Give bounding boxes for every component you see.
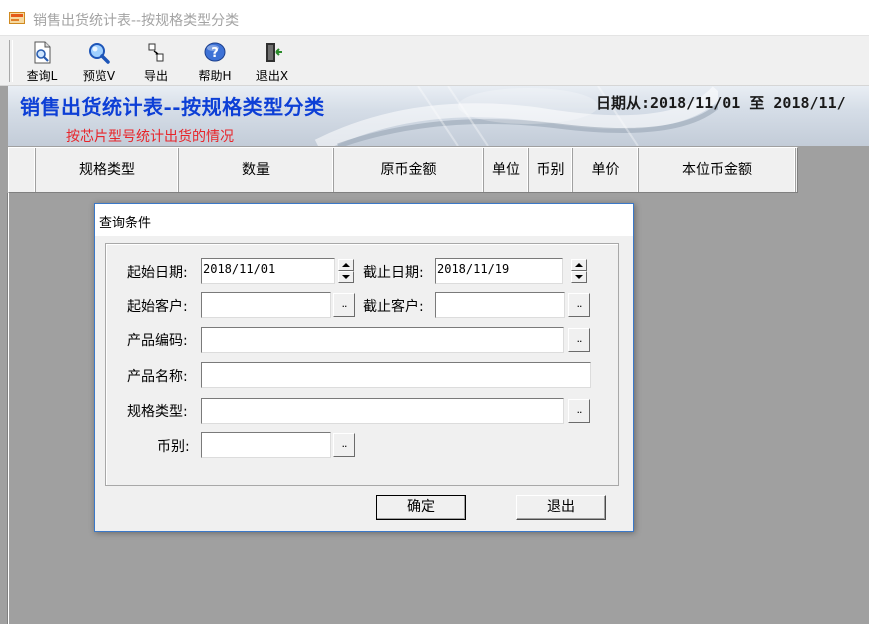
end-customer-field[interactable] — [435, 292, 565, 318]
document-search-icon — [34, 41, 51, 64]
spec-type-field[interactable] — [201, 398, 564, 424]
product-code-field[interactable] — [201, 327, 564, 353]
help-icon: ? — [204, 42, 226, 62]
help-button[interactable]: ? 帮助H — [193, 38, 237, 84]
column-header-unit-price[interactable]: 单价 — [573, 148, 639, 192]
start-customer-browse-button[interactable]: .. — [333, 293, 355, 317]
ok-button[interactable]: 确定 — [376, 495, 466, 520]
toolbar: 查询L 预览V 导出 ? 帮助H 退出X — [0, 36, 869, 86]
end-customer-browse-button[interactable]: .. — [568, 293, 590, 317]
start-date-field[interactable]: 2018/11/01 — [201, 258, 335, 284]
exit-door-icon — [266, 43, 282, 62]
exit-button-label: 退出X — [255, 69, 289, 83]
magnifier-icon — [89, 43, 110, 64]
export-icon — [148, 43, 164, 62]
column-header-original-amount[interactable]: 原币金额 — [334, 148, 484, 192]
column-header-base-amount[interactable]: 本位币金额 — [639, 148, 796, 192]
export-button[interactable]: 导出 — [136, 38, 176, 84]
column-header-currency[interactable]: 币别 — [529, 148, 573, 192]
column-header-quantity[interactable]: 数量 — [179, 148, 334, 192]
report-banner: 销售出货统计表--按规格类型分类 按芯片型号统计出货的情况 日期从:2018/1… — [8, 86, 869, 146]
product-code-label: 产品编码: — [127, 333, 188, 349]
spec-type-label: 规格类型: — [127, 404, 188, 420]
query-dialog: 查询条件 起始日期: 2018/11/01 截止日期: 2018/11/19 起… — [94, 203, 634, 532]
report-subtitle: 按芯片型号统计出货的情况 — [66, 129, 234, 145]
end-customer-label: 截止客户: — [363, 299, 424, 315]
currency-field[interactable] — [201, 432, 331, 458]
product-name-label: 产品名称: — [127, 369, 188, 385]
column-header-spec-type[interactable]: 规格类型 — [36, 148, 179, 192]
report-date-range: 日期从:2018/11/01 至 2018/11/ — [596, 94, 846, 112]
end-date-spinner[interactable] — [571, 259, 587, 283]
product-code-browse-button[interactable]: .. — [568, 328, 590, 352]
start-customer-field[interactable] — [201, 292, 331, 318]
dialog-title: 查询条件 — [99, 216, 152, 231]
end-date-spin-down-icon[interactable] — [571, 271, 587, 283]
preview-button[interactable]: 预览V — [77, 38, 121, 84]
query-button[interactable]: 查询L — [20, 38, 64, 84]
start-date-spinner[interactable] — [338, 259, 354, 283]
product-name-field[interactable] — [201, 362, 591, 388]
exit-button[interactable]: 退出X — [250, 38, 294, 84]
end-date-label: 截止日期: — [363, 265, 424, 281]
dialog-title-bar: 查询条件 — [95, 204, 633, 236]
app-logo-icon — [9, 12, 25, 24]
report-title: 销售出货统计表--按规格类型分类 — [20, 95, 325, 119]
query-button-label: 查询L — [26, 69, 58, 83]
grid-header: 规格类型 数量 原币金额 单位 币别 单价 本位币金额 — [8, 147, 798, 193]
preview-button-label: 预览V — [82, 69, 116, 83]
grid-header-indicator[interactable] — [9, 148, 36, 192]
window-title-bar: 销售出货统计表--按规格类型分类 — [0, 0, 869, 36]
grid-left-edge — [7, 193, 9, 624]
exit-dialog-button[interactable]: 退出 — [516, 495, 606, 520]
end-date-field[interactable]: 2018/11/19 — [435, 258, 563, 284]
spec-type-browse-button[interactable]: .. — [568, 399, 590, 423]
end-date-spin-up-icon[interactable] — [571, 259, 587, 271]
svg-text:?: ? — [211, 46, 219, 61]
currency-label: 币别: — [157, 439, 190, 455]
column-header-unit[interactable]: 单位 — [484, 148, 529, 192]
help-button-label: 帮助H — [198, 69, 232, 83]
start-date-spin-up-icon[interactable] — [338, 259, 354, 271]
start-date-spin-down-icon[interactable] — [338, 271, 354, 283]
export-button-label: 导出 — [143, 69, 168, 83]
start-customer-label: 起始客户: — [127, 299, 188, 315]
start-date-label: 起始日期: — [127, 265, 188, 281]
toolbar-grip[interactable] — [9, 40, 13, 82]
currency-browse-button[interactable]: .. — [333, 433, 355, 457]
window-title: 销售出货统计表--按规格类型分类 — [33, 13, 240, 29]
